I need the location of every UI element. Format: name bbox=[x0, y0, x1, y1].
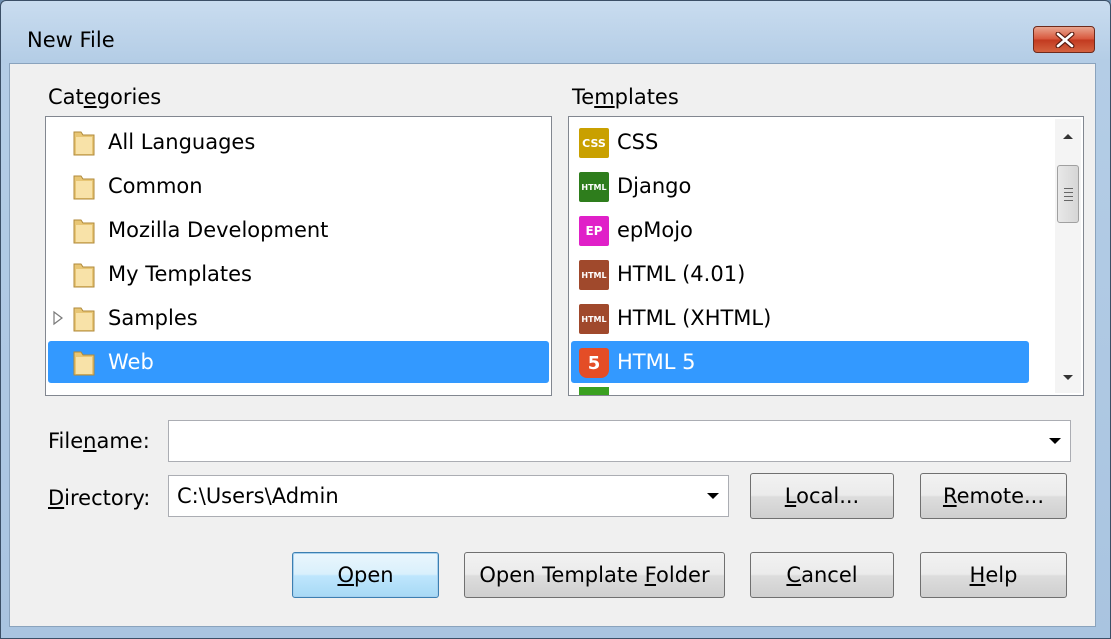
expand-triangle-icon[interactable] bbox=[52, 310, 64, 326]
open-template-folder-button[interactable]: Open Template Folder bbox=[464, 552, 725, 598]
template-item-html5[interactable]: 5 HTML 5 bbox=[571, 341, 1029, 383]
xhtml-icon: HTML bbox=[579, 304, 609, 334]
templates-label: Templates bbox=[572, 85, 679, 109]
category-item-mozilla-development[interactable]: Mozilla Development bbox=[48, 209, 549, 251]
category-item-common[interactable]: Common bbox=[48, 165, 549, 207]
help-button[interactable]: Help bbox=[920, 552, 1067, 598]
category-item-samples[interactable]: Samples bbox=[48, 297, 549, 339]
dialog-body: Categories All Languages Common Mozilla … bbox=[9, 63, 1096, 627]
category-item-my-templates[interactable]: My Templates bbox=[48, 253, 549, 295]
folder-icon bbox=[73, 263, 95, 288]
window-title: New File bbox=[27, 28, 115, 52]
cancel-button[interactable]: Cancel bbox=[750, 552, 894, 598]
category-item-web[interactable]: Web bbox=[48, 341, 549, 383]
scroll-up-button[interactable] bbox=[1055, 123, 1081, 149]
folder-icon bbox=[73, 175, 95, 200]
open-button[interactable]: Open bbox=[292, 552, 439, 598]
templates-scrollbar[interactable] bbox=[1055, 119, 1081, 393]
scroll-up-icon bbox=[1063, 134, 1073, 139]
django-html-icon: HTML bbox=[579, 172, 609, 202]
partial-template-icon bbox=[579, 387, 609, 395]
category-item-all-languages[interactable]: All Languages bbox=[48, 121, 549, 163]
categories-list[interactable]: All Languages Common Mozilla Development… bbox=[45, 116, 552, 396]
templates-list[interactable]: CSS CSS HTML Django EP epMojo HTML HTML … bbox=[568, 116, 1084, 396]
scroll-down-button[interactable] bbox=[1055, 365, 1081, 391]
template-item-css[interactable]: CSS CSS bbox=[571, 121, 1029, 163]
categories-label: Categories bbox=[48, 85, 162, 109]
chevron-down-icon[interactable] bbox=[1048, 437, 1062, 445]
template-item-html-xhtml[interactable]: HTML HTML (XHTML) bbox=[571, 297, 1029, 339]
folder-icon bbox=[73, 131, 95, 156]
html-icon: HTML bbox=[579, 260, 609, 290]
scroll-thumb[interactable] bbox=[1057, 165, 1079, 223]
local-button[interactable]: Local... bbox=[750, 473, 894, 519]
filename-combobox[interactable] bbox=[168, 420, 1071, 462]
folder-icon bbox=[73, 307, 95, 332]
template-item-django[interactable]: HTML Django bbox=[571, 165, 1029, 207]
title-bar[interactable]: New File bbox=[1, 1, 1110, 63]
remote-button[interactable]: Remote... bbox=[920, 473, 1067, 519]
folder-icon bbox=[73, 351, 95, 376]
folder-icon bbox=[73, 219, 95, 244]
filename-label: Filename: bbox=[48, 429, 150, 453]
directory-value: C:\Users\Admin bbox=[177, 484, 339, 508]
css-icon: CSS bbox=[579, 128, 609, 158]
chevron-down-icon[interactable] bbox=[706, 492, 720, 500]
html5-icon: 5 bbox=[579, 348, 609, 378]
directory-label: Directory: bbox=[48, 486, 151, 510]
new-file-dialog: New File Categories All Languages Common… bbox=[0, 0, 1111, 639]
scroll-down-icon bbox=[1063, 375, 1073, 380]
close-icon bbox=[1055, 32, 1075, 48]
directory-combobox[interactable]: C:\Users\Admin bbox=[168, 475, 729, 517]
close-button[interactable] bbox=[1033, 26, 1095, 53]
template-item-epmojo[interactable]: EP epMojo bbox=[571, 209, 1029, 251]
template-item-html-401[interactable]: HTML HTML (4.01) bbox=[571, 253, 1029, 295]
epmojo-icon: EP bbox=[579, 216, 609, 246]
